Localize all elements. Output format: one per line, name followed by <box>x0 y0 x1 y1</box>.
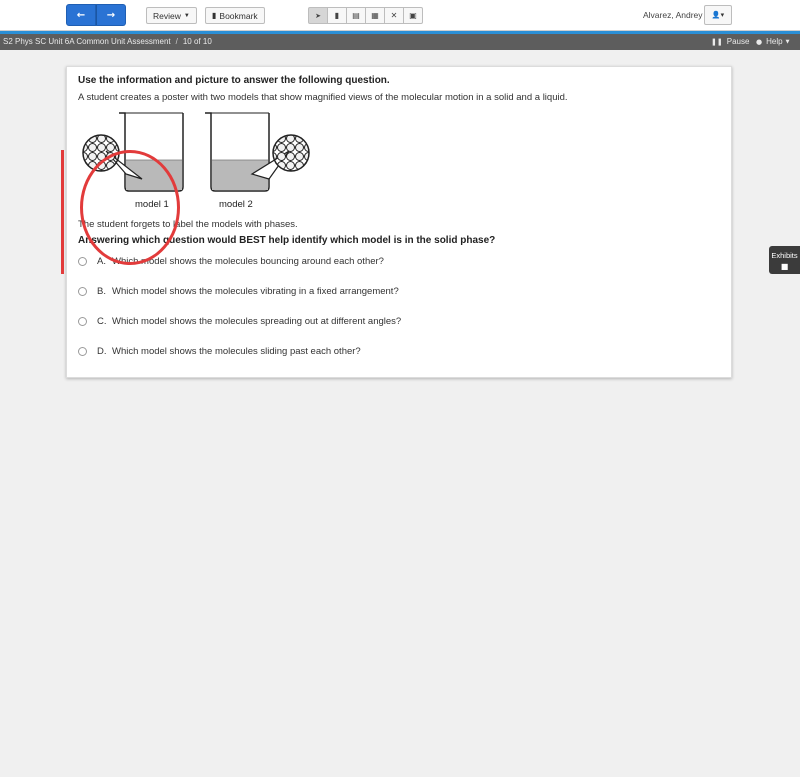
pointer-tool-button[interactable]: ➤ <box>308 7 328 24</box>
user-icon: 👤▾ <box>711 11 725 19</box>
top-toolbar: ← → Review ▼ ▮ Bookmark ➤ ▮ ▤ ▦ ✕ ▣ Alvare… <box>0 0 800 31</box>
answer-option-c[interactable]: C. Which model shows the molecules sprea… <box>78 314 401 328</box>
calculator-icon: ▦ <box>371 11 379 20</box>
option-text: Which model shows the molecules vibratin… <box>112 285 399 297</box>
previous-question-button[interactable]: ← <box>66 4 96 26</box>
pointer-icon: ➤ <box>315 11 321 20</box>
question-instructions: Use the information and picture to answe… <box>78 75 390 86</box>
option-letter: B. <box>97 285 106 297</box>
calculator-tool-button[interactable]: ▦ <box>365 7 385 24</box>
pause-icon: ❚❚ <box>711 37 723 46</box>
cross-out-icon: ✕ <box>390 11 398 20</box>
note-icon: ▣ <box>409 11 417 20</box>
help-icon: ● <box>756 37 763 46</box>
folder-icon: ■ <box>780 262 789 271</box>
review-button[interactable]: Review ▼ <box>146 7 197 24</box>
model-2-label: model 2 <box>219 199 253 210</box>
review-label: Review <box>153 10 181 21</box>
breadcrumb-separator: / <box>175 37 178 46</box>
option-letter: D. <box>97 345 107 357</box>
option-letter: C. <box>97 315 107 327</box>
bookmark-button[interactable]: ▮ Bookmark <box>205 7 265 24</box>
answer-option-d[interactable]: D. Which model shows the molecules slidi… <box>78 344 361 358</box>
user-name: Alvarez, Andrey <box>643 10 703 20</box>
highlighter-icon: ▮ <box>334 11 340 20</box>
help-button[interactable]: ● Help ▼ <box>756 37 789 46</box>
note-tool-button[interactable]: ▣ <box>403 7 423 24</box>
caret-down-icon: ▼ <box>785 38 790 45</box>
answer-option-b[interactable]: B. Which model shows the molecules vibra… <box>78 284 399 298</box>
red-annotation-circle <box>80 150 180 265</box>
tools-group: ➤ ▮ ▤ ▦ ✕ ▣ <box>308 7 423 24</box>
assessment-title: S2 Phys SC Unit 6A Common Unit Assessmen… <box>3 37 171 46</box>
question-progress: 10 of 10 <box>182 37 212 46</box>
caret-down-icon: ▼ <box>183 12 190 19</box>
radio-button[interactable] <box>78 346 87 356</box>
cross-out-tool-button[interactable]: ✕ <box>384 7 404 24</box>
pause-label: Pause <box>726 37 750 46</box>
red-annotation-line <box>61 150 64 274</box>
help-label: Help <box>766 37 783 46</box>
breadcrumb: S2 Phys SC Unit 6A Common Unit Assessmen… <box>3 37 212 46</box>
navigation-buttons: ← → <box>66 4 126 26</box>
arrow-right-icon: → <box>106 9 116 21</box>
user-menu-button[interactable]: 👤▾ <box>704 5 732 25</box>
highlighter-tool-button[interactable]: ▮ <box>327 7 347 24</box>
arrow-left-icon: ← <box>76 9 86 21</box>
option-text: Which model shows the molecules spreadin… <box>112 315 402 327</box>
pause-button[interactable]: ❚❚ Pause <box>711 37 749 46</box>
option-text: Which model shows the molecules sliding … <box>112 345 361 357</box>
exhibits-label: Exhibits <box>771 251 798 260</box>
question-stem: A student creates a poster with two mode… <box>78 92 568 103</box>
model-2-beaker <box>205 112 310 192</box>
radio-button[interactable] <box>78 256 87 266</box>
next-question-button[interactable]: → <box>96 4 126 26</box>
assessment-bar: S2 Phys SC Unit 6A Common Unit Assessmen… <box>0 34 800 50</box>
bookmark-label: Bookmark <box>219 10 258 21</box>
radio-button[interactable] <box>78 286 87 296</box>
notepad-icon: ▤ <box>352 11 360 20</box>
exhibits-tab[interactable]: Exhibits ■ <box>769 246 800 274</box>
notepad-tool-button[interactable]: ▤ <box>346 7 366 24</box>
radio-button[interactable] <box>78 316 87 326</box>
bookmark-icon: ▮ <box>212 11 217 20</box>
